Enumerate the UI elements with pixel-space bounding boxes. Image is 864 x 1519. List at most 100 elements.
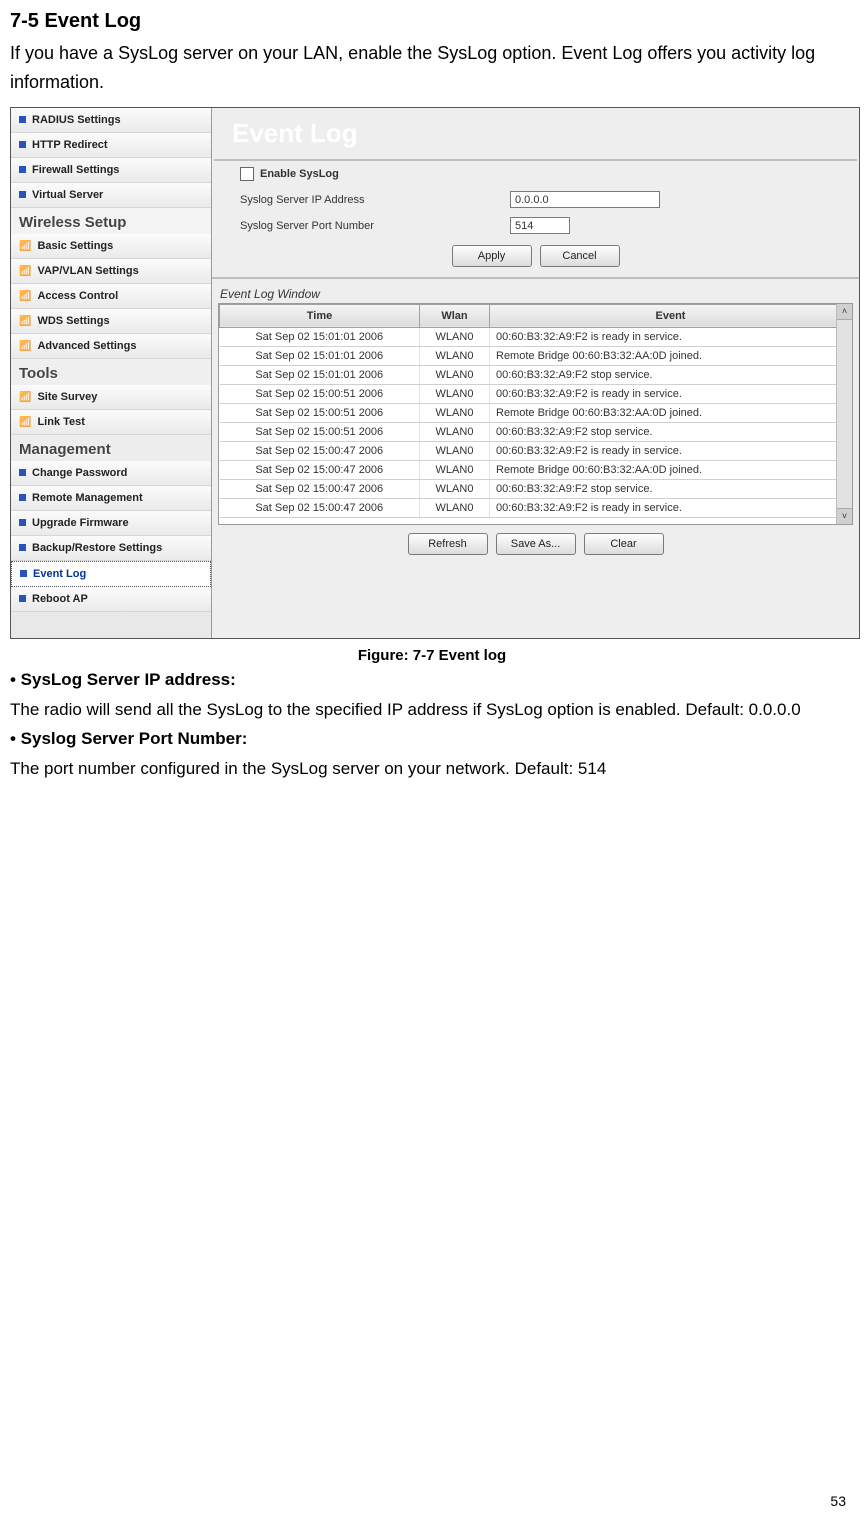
sidebar-item-wds-settings[interactable]: WDS Settings: [11, 309, 211, 334]
bullet-square-icon: [19, 116, 26, 123]
refresh-button[interactable]: Refresh: [408, 533, 488, 555]
sidebar-item-reboot-ap[interactable]: Reboot AP: [11, 587, 211, 612]
ip-input[interactable]: 0.0.0.0: [510, 191, 660, 208]
scroll-down-icon[interactable]: ˅: [837, 508, 852, 524]
page-number: 53: [830, 1493, 846, 1509]
sidebar-item-label: Reboot AP: [32, 593, 88, 605]
cell-wlan: WLAN0: [420, 384, 490, 403]
cell-time: Sat Sep 02 15:00:47 2006: [220, 441, 420, 460]
sidebar-item-access-control[interactable]: Access Control: [11, 284, 211, 309]
cell-wlan: WLAN0: [420, 460, 490, 479]
cell-event: 00:60:B3:32:A9:F2 is ready in service.: [490, 327, 852, 346]
cell-wlan: WLAN0: [420, 422, 490, 441]
sidebar-item-link-test[interactable]: Link Test: [11, 410, 211, 435]
sidebar-item-label: Virtual Server: [32, 189, 103, 201]
cell-time: Sat Sep 02 15:00:47 2006: [220, 479, 420, 498]
cancel-button[interactable]: Cancel: [540, 245, 620, 267]
cell-event: 00:60:B3:32:A9:F2 stop service.: [490, 422, 852, 441]
nav-group-tools: Tools: [11, 359, 211, 385]
table-row: Sat Sep 02 15:00:47 2006WLAN000:60:B3:32…: [220, 479, 852, 498]
cell-event: 00:60:B3:32:A9:F2 is ready in service.: [490, 441, 852, 460]
sidebar-item-site-survey[interactable]: Site Survey: [11, 385, 211, 410]
bullet-square-icon: [19, 595, 26, 602]
wireless-icon: [19, 315, 31, 327]
table-row: Sat Sep 02 15:01:01 2006WLAN0Remote Brid…: [220, 346, 852, 365]
sidebar-item-basic-settings[interactable]: Basic Settings: [11, 234, 211, 259]
sidebar-item-upgrade-firmware[interactable]: Upgrade Firmware: [11, 511, 211, 536]
sidebar-item-label: Upgrade Firmware: [32, 517, 129, 529]
cell-event: 00:60:B3:32:A9:F2 is ready in service.: [490, 384, 852, 403]
sidebar-item-radius-settings[interactable]: RADIUS Settings: [11, 108, 211, 133]
cell-wlan: WLAN0: [420, 403, 490, 422]
table-row: Sat Sep 02 15:00:51 2006WLAN000:60:B3:32…: [220, 384, 852, 403]
cell-event: 00:60:B3:32:A9:F2 stop service.: [490, 365, 852, 384]
col-wlan-header: Wlan: [420, 304, 490, 327]
sidebar-item-label: Basic Settings: [37, 240, 113, 252]
bullet-square-icon: [19, 141, 26, 148]
sidebar-item-label: Firewall Settings: [32, 164, 119, 176]
sidebar-item-label: VAP/VLAN Settings: [37, 265, 138, 277]
scroll-up-icon[interactable]: ˄: [837, 304, 852, 320]
cell-wlan: WLAN0: [420, 479, 490, 498]
wireless-icon: [19, 340, 31, 352]
port-heading: • Syslog Server Port Number:: [10, 729, 854, 749]
nav-group-wireless: Wireless Setup: [11, 208, 211, 234]
bullet-square-icon: [19, 469, 26, 476]
cell-wlan: WLAN0: [420, 327, 490, 346]
log-scrollbar[interactable]: ˄ ˅: [836, 304, 852, 524]
cell-wlan: WLAN0: [420, 365, 490, 384]
sidebar-item-event-log[interactable]: Event Log: [11, 561, 211, 587]
sidebar-item-virtual-server[interactable]: Virtual Server: [11, 183, 211, 208]
sidebar-item-label: Link Test: [37, 416, 84, 428]
sidebar-item-firewall-settings[interactable]: Firewall Settings: [11, 158, 211, 183]
sidebar-item-change-password[interactable]: Change Password: [11, 461, 211, 486]
clear-button[interactable]: Clear: [584, 533, 664, 555]
cell-time: Sat Sep 02 15:00:51 2006: [220, 422, 420, 441]
port-input[interactable]: 514: [510, 217, 570, 234]
col-event-header: Event: [490, 304, 852, 327]
enable-syslog-checkbox[interactable]: [240, 167, 254, 181]
bullet-square-icon: [19, 191, 26, 198]
sidebar-item-vap-vlan-settings[interactable]: VAP/VLAN Settings: [11, 259, 211, 284]
ip-label: Syslog Server IP Address: [240, 194, 510, 206]
cell-wlan: WLAN0: [420, 498, 490, 517]
cell-event: 00:60:B3:32:A9:F2 stop service.: [490, 479, 852, 498]
sidebar-item-remote-management[interactable]: Remote Management: [11, 486, 211, 511]
sidebar-item-advanced-settings[interactable]: Advanced Settings: [11, 334, 211, 359]
cell-time: Sat Sep 02 15:00:51 2006: [220, 384, 420, 403]
cell-time: Sat Sep 02 15:01:01 2006: [220, 365, 420, 384]
table-row: Sat Sep 02 15:00:51 2006WLAN0Remote Brid…: [220, 403, 852, 422]
sidebar-item-label: Change Password: [32, 467, 127, 479]
cell-wlan: WLAN0: [420, 346, 490, 365]
sidebar-item-label: Advanced Settings: [37, 340, 136, 352]
sidebar-item-label: RADIUS Settings: [32, 114, 121, 126]
sidebar-item-label: Backup/Restore Settings: [32, 542, 162, 554]
save-as-button[interactable]: Save As...: [496, 533, 576, 555]
port-paragraph: The port number configured in the SysLog…: [10, 755, 854, 782]
screenshot: RADIUS Settings HTTP Redirect Firewall Set…: [10, 107, 860, 639]
cell-time: Sat Sep 02 15:00:47 2006: [220, 460, 420, 479]
table-row: Sat Sep 02 15:01:01 2006WLAN000:60:B3:32…: [220, 327, 852, 346]
figure-caption: Figure: 7-7 Event log: [10, 647, 854, 664]
main-panel: Event Log Enable SysLog Syslog Server IP…: [212, 108, 859, 638]
apply-button[interactable]: Apply: [452, 245, 532, 267]
sidebar-item-label: Remote Management: [32, 492, 143, 504]
ip-paragraph: The radio will send all the SysLog to th…: [10, 696, 854, 723]
wireless-icon: [19, 391, 31, 403]
sidebar-item-label: Site Survey: [37, 391, 97, 403]
sidebar-item-backup-restore-settings[interactable]: Backup/Restore Settings: [11, 536, 211, 561]
cell-time: Sat Sep 02 15:01:01 2006: [220, 346, 420, 365]
cell-time: Sat Sep 02 15:00:51 2006: [220, 403, 420, 422]
wireless-icon: [19, 416, 31, 428]
cell-event: Remote Bridge 00:60:B3:32:AA:0D joined.: [490, 460, 852, 479]
cell-event: Remote Bridge 00:60:B3:32:AA:0D joined.: [490, 403, 852, 422]
sidebar-item-label: Event Log: [33, 568, 86, 580]
table-row: Sat Sep 02 15:00:51 2006WLAN000:60:B3:32…: [220, 422, 852, 441]
cell-wlan: WLAN0: [420, 441, 490, 460]
sidebar-item-label: WDS Settings: [37, 315, 109, 327]
cell-event: 00:60:B3:32:A9:F2 is ready in service.: [490, 498, 852, 517]
sidebar-item-http-redirect[interactable]: HTTP Redirect: [11, 133, 211, 158]
port-label: Syslog Server Port Number: [240, 220, 510, 232]
sidebar-item-label: Access Control: [37, 290, 118, 302]
nav-group-management: Management: [11, 435, 211, 461]
